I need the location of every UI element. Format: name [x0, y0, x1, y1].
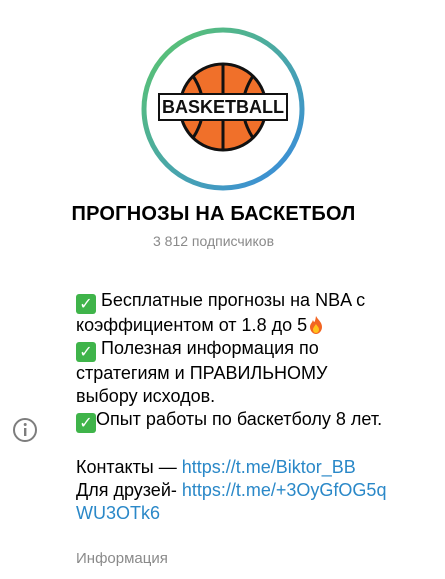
channel-description: ✓ Бесплатные прогнозы на NBA с коэффицие…	[76, 289, 436, 525]
check-mark-icon: ✓	[76, 413, 96, 433]
description-text: Опыт работы по баскетболу 8 лет.	[96, 409, 383, 429]
info-section-label: Информация	[76, 550, 168, 567]
description-text: коэффициентом от 1.8 до 5	[76, 315, 308, 335]
channel-avatar[interactable]: BASKETBALL	[141, 27, 305, 191]
description-line: ✓ Бесплатные прогнозы на NBA с	[76, 289, 436, 314]
check-mark-icon: ✓	[76, 294, 96, 314]
avatar-logo-text: BASKETBALL	[162, 97, 284, 117]
contacts-label: Контакты —	[76, 457, 182, 477]
info-circle-icon	[13, 418, 37, 442]
fire-icon	[310, 316, 323, 334]
description-line: ✓ Опыт работы по баскетболу 8 лет.	[76, 408, 436, 433]
description-line: ✓ Полезная информация по	[76, 337, 436, 362]
contacts-link[interactable]: https://t.me/Biktor_BB	[182, 457, 356, 477]
friends-link[interactable]: WU3OTk6	[76, 503, 160, 523]
description-line: коэффициентом от 1.8 до 5	[76, 314, 436, 337]
channel-title: ПРОГНОЗЫ НА БАСКЕТБОЛ	[71, 203, 356, 225]
contacts-line: Контакты — https://t.me/Biktor_BB	[76, 456, 436, 479]
description-text: Полезная информация по	[101, 338, 319, 358]
description-line: выбору исходов.	[76, 386, 216, 406]
description-text: Бесплатные прогнозы на NBA с	[101, 290, 366, 310]
friends-link-continued: WU3OTk6	[76, 502, 436, 525]
basketball-logo: BASKETBALL	[141, 27, 305, 191]
friends-line: Для друзей- https://t.me/+3OyGfOG5q	[76, 479, 436, 502]
description-line: стратегиям и ПРАВИЛЬНОМУ	[76, 363, 328, 383]
friends-link[interactable]: https://t.me/+3OyGfOG5q	[182, 480, 387, 500]
subscriber-count: 3 812 подписчиков	[152, 233, 275, 249]
check-mark-icon: ✓	[76, 342, 96, 362]
friends-label: Для друзей-	[76, 480, 182, 500]
